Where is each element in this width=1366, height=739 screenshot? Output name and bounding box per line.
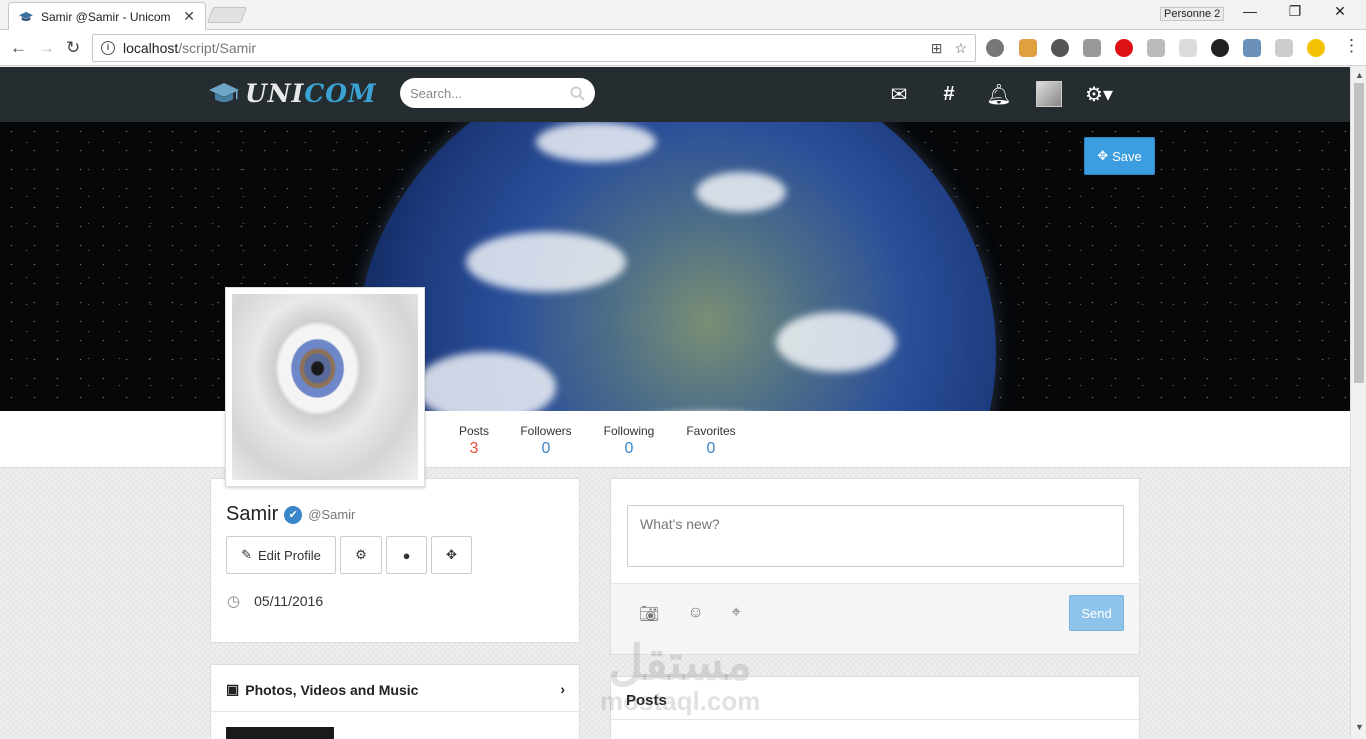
- scroll-up-icon[interactable]: ▲: [1355, 70, 1364, 80]
- cover-image: ✥ Save: [0, 122, 1350, 411]
- pencil-icon: ✎: [241, 547, 253, 562]
- camera-icon[interactable]: 📷︎: [639, 604, 659, 624]
- stat-following[interactable]: Following 0: [603, 424, 655, 458]
- joined-date-row: ◷ 05/11/2016: [227, 592, 323, 610]
- site-info-icon[interactable]: i: [101, 41, 115, 55]
- reload-icon[interactable]: ↻: [66, 38, 80, 58]
- search-icon[interactable]: [570, 85, 585, 101]
- search-placeholder: Search...: [410, 85, 463, 101]
- new-tab-button[interactable]: [207, 7, 247, 23]
- extension-pdf-icon[interactable]: [1275, 39, 1293, 57]
- profile-stats-bar: Posts 3 Followers 0 Following 0 Favorite…: [0, 411, 1350, 477]
- logo-text-uni: UNI: [245, 79, 305, 108]
- tab-title: Samir @Samir - Unicom: [41, 9, 171, 24]
- scroll-down-icon[interactable]: ▼: [1355, 722, 1364, 732]
- move-cover-button[interactable]: ✥: [431, 536, 472, 574]
- location-pin-icon[interactable]: ⌖: [732, 604, 741, 624]
- divider: [211, 711, 579, 712]
- stat-posts[interactable]: Posts 3: [444, 424, 504, 477]
- stat-followers[interactable]: Followers 0: [520, 424, 572, 458]
- gear-icon: ⚙: [355, 547, 367, 562]
- profile-card: Samir ✔ @Samir ✎ Edit Profile ⚙ ● ✥ ◷ 05…: [210, 478, 580, 643]
- back-arrow-icon[interactable]: ←: [10, 38, 27, 58]
- browser-tab-active[interactable]: Samir @Samir - Unicom ✕: [8, 2, 206, 30]
- smiley-icon[interactable]: ☺: [687, 604, 703, 624]
- bookmark-star-icon[interactable]: ☆: [954, 40, 967, 57]
- notifications-bell-icon[interactable]: 🔔︎: [974, 82, 1024, 107]
- new-post-input[interactable]: [627, 505, 1124, 567]
- avatar-eye-image: [232, 294, 418, 480]
- site-navbar: UNICOM Search... ✉ # 🔔︎ ⚙▾: [0, 67, 1350, 122]
- tab-close-icon[interactable]: ✕: [183, 8, 195, 25]
- move-arrows-icon: ✥: [446, 547, 457, 562]
- search-input[interactable]: Search...: [400, 78, 595, 108]
- chevron-right-icon[interactable]: ›: [560, 681, 565, 697]
- extension-opera-icon[interactable]: [1115, 39, 1133, 57]
- joined-date: 05/11/2016: [254, 593, 324, 609]
- post-composer: 📷︎ ☺ ⌖ Send: [610, 478, 1140, 655]
- forward-arrow-icon[interactable]: →: [38, 38, 55, 58]
- image-icon: ▣: [226, 681, 240, 697]
- send-button[interactable]: Send: [1069, 595, 1124, 631]
- profile-avatar[interactable]: [225, 287, 425, 487]
- browser-profile-name[interactable]: Personne 2: [1160, 7, 1225, 21]
- hashtag-icon[interactable]: #: [924, 83, 974, 106]
- theme-button[interactable]: ●: [386, 536, 427, 574]
- earth-image: [356, 122, 996, 411]
- extension-flag-icon[interactable]: [1019, 39, 1037, 57]
- divider: [611, 719, 1139, 720]
- translate-icon[interactable]: ⊞: [931, 40, 943, 57]
- graduation-cap-icon: [209, 82, 239, 102]
- logo-text-com: COM: [304, 79, 377, 108]
- settings-gear-dropdown-icon[interactable]: ⚙▾: [1074, 82, 1124, 107]
- extension-gear-icon[interactable]: [1051, 39, 1069, 57]
- user-avatar[interactable]: [1036, 81, 1062, 107]
- media-thumbnail[interactable]: [226, 727, 334, 739]
- browser-toolbar: ← → ↻ i localhost/script/Samir ⊞ ☆ ⋮: [0, 30, 1366, 66]
- extension-moon-icon[interactable]: [1307, 39, 1325, 57]
- profile-name: Samir: [226, 503, 279, 525]
- scrollbar-thumb[interactable]: [1354, 83, 1364, 383]
- address-url[interactable]: localhost/script/Samir: [123, 40, 256, 56]
- profile-handle: @Samir: [308, 507, 356, 522]
- extension-cube-icon[interactable]: [1083, 39, 1101, 57]
- profile-name-row: Samir ✔ @Samir: [226, 503, 355, 526]
- extension-circle-icon[interactable]: [1211, 39, 1229, 57]
- extension-recycle-icon[interactable]: [986, 39, 1004, 57]
- clock-icon: ◷: [227, 593, 241, 610]
- settings-button[interactable]: ⚙: [340, 536, 382, 574]
- profile-actions: ✎ Edit Profile ⚙ ● ✥: [226, 536, 472, 574]
- media-card: ▣ Photos, Videos and Music ›: [210, 664, 580, 739]
- browser-tabstrip: Samir @Samir - Unicom ✕ Personne 2 — ❐ ✕: [0, 0, 1366, 30]
- watermark: مستقل mostaql.com: [600, 637, 761, 716]
- watermark-latin: mostaql.com: [600, 686, 761, 716]
- address-bar[interactable]: i localhost/script/Samir ⊞ ☆: [92, 34, 976, 62]
- restore-icon[interactable]: ❐: [1275, 3, 1315, 20]
- browser-menu-icon[interactable]: ⋮: [1343, 36, 1360, 56]
- graduation-cap-icon: [19, 11, 33, 21]
- navbar-icons: ✉ # 🔔︎ ⚙▾: [874, 81, 1124, 107]
- page-scrollbar[interactable]: ▲ ▼: [1350, 67, 1366, 739]
- move-arrows-icon: ✥: [1097, 148, 1109, 163]
- messages-envelope-icon[interactable]: ✉: [874, 82, 924, 107]
- media-card-title: Photos, Videos and Music: [245, 681, 419, 698]
- watermark-arabic: مستقل: [608, 637, 753, 690]
- verified-badge-icon: ✔: [284, 505, 303, 524]
- extension-camera-icon[interactable]: [1179, 39, 1197, 57]
- extension-mail-icon[interactable]: [1147, 39, 1165, 57]
- extension-eyedropper-icon[interactable]: [1243, 39, 1261, 57]
- stat-favorites[interactable]: Favorites 0: [686, 424, 736, 458]
- media-card-header[interactable]: ▣ Photos, Videos and Music: [226, 681, 418, 698]
- site-logo[interactable]: UNICOM: [209, 79, 377, 108]
- save-cover-button[interactable]: ✥ Save: [1084, 137, 1155, 175]
- minimize-icon[interactable]: —: [1230, 3, 1270, 19]
- window-close-icon[interactable]: ✕: [1320, 3, 1360, 20]
- edit-profile-button[interactable]: ✎ Edit Profile: [226, 536, 336, 574]
- droplet-icon: ●: [402, 547, 411, 563]
